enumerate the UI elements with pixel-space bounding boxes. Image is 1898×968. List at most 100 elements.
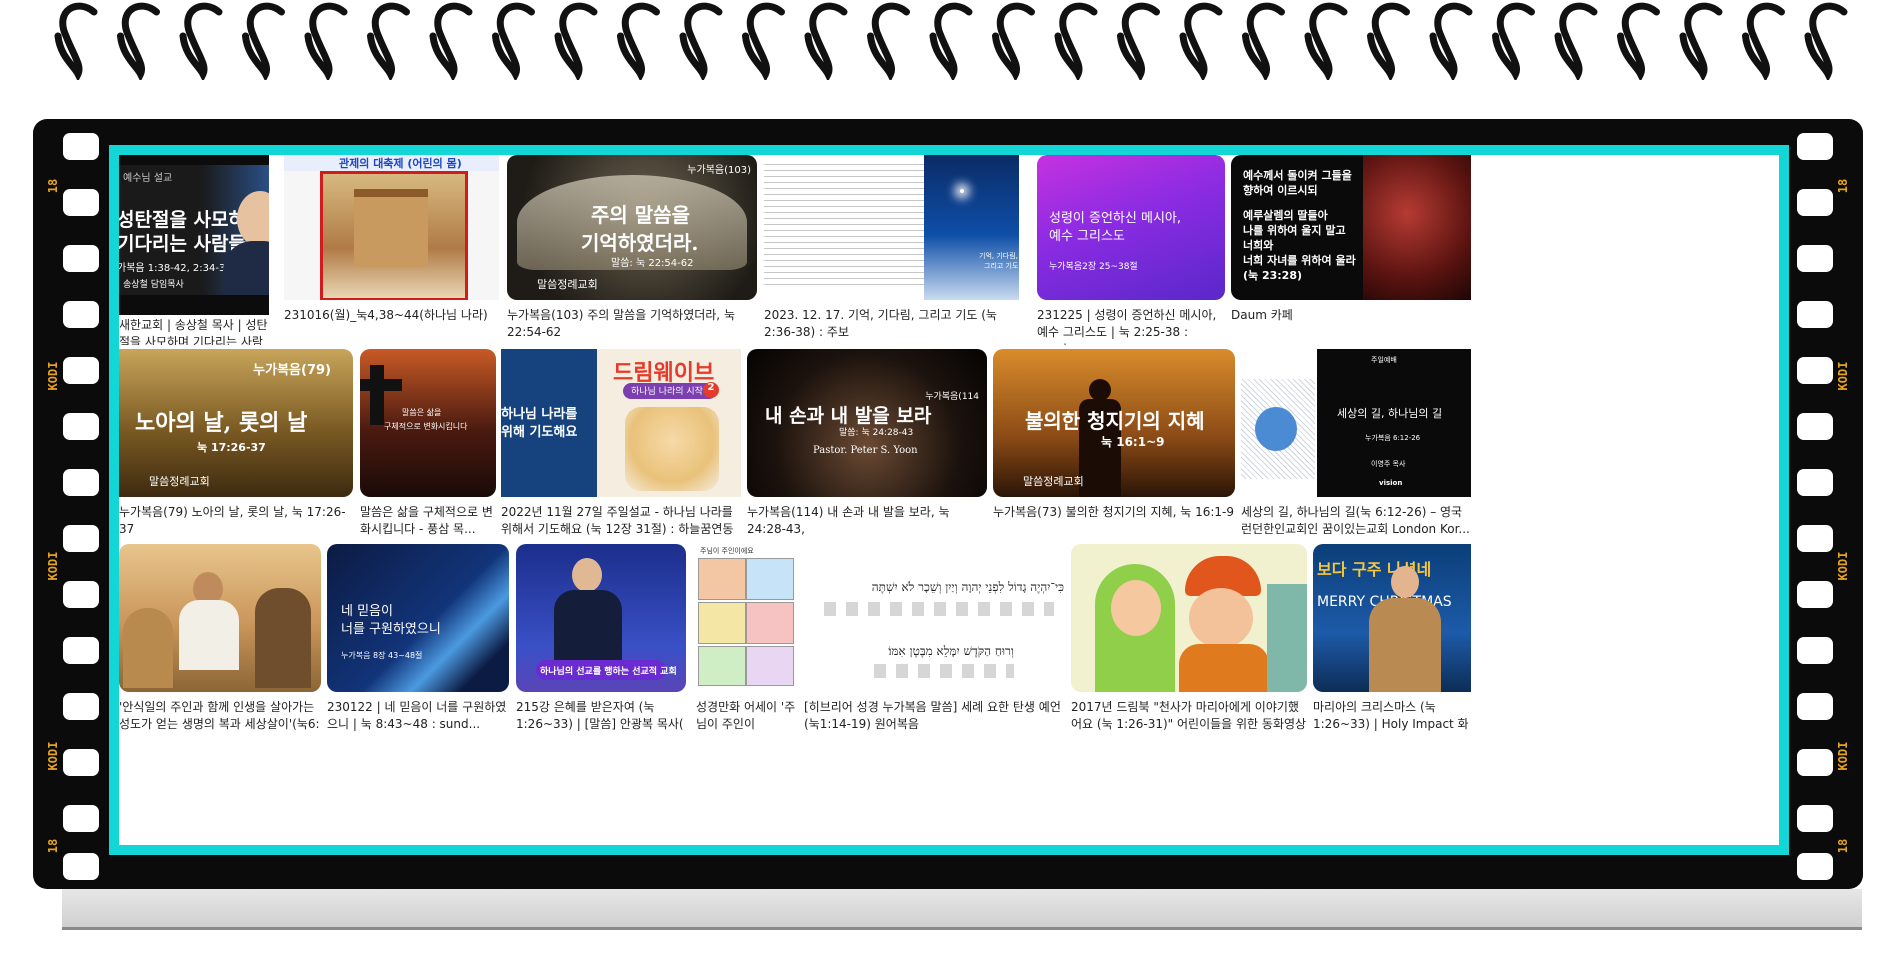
spiral-coil <box>1804 2 1848 80</box>
result-card[interactable]: 보다 구주 나셨네 MERRY CHRISTMAS 마리아의 크리스마스 (눅 … <box>1313 544 1471 734</box>
thumb-text: 가복음 1:38-42, 2:34-38 <box>119 263 232 274</box>
result-caption[interactable]: 누가복음(79) 노아의 날, 롯의 날, 눅 17:26-37 <box>119 504 353 538</box>
result-card[interactable]: 불의한 청지기의 지혜 눅 16:1~9 말씀정례교회 누가복음(73) 불의한… <box>993 349 1235 539</box>
result-thumbnail[interactable]: 기억, 기다림, 그리고 기도 <box>764 155 1024 300</box>
result-caption[interactable]: 2023. 12. 17. 기억, 기다림, 그리고 기도 (눅 2:36-38… <box>764 307 1024 341</box>
film-edge-marking: KODI <box>46 551 60 581</box>
result-card[interactable]: 말씀은 삶을 구체적으로 변화시킵니다 말씀은 삶을 구체적으로 변화시킵니다 … <box>360 349 496 539</box>
spiral-coil <box>304 2 348 80</box>
result-thumbnail[interactable]: 누가복음(79) 노아의 날, 롯의 날 눅 17:26-37 말씀정례교회 <box>119 349 353 497</box>
result-caption[interactable]: 마리아의 크리스마스 (눅 1:26~33) | Holy Impact 화요진 <box>1313 699 1471 734</box>
thumb-title: 위해 기도해요 <box>501 425 578 440</box>
thumb-title: 내 손과 내 발을 보라 <box>765 405 932 427</box>
thumb-text: 너희와 <box>1243 239 1274 252</box>
result-card[interactable]: 관제의 대축제 (어린의 몸) 231016(월)_눅4,38~44(하나님 나… <box>284 155 499 345</box>
result-caption[interactable]: 215강 은혜를 받은자여 (눅 1:26~33) | [말씀] 안광복 목사( <box>516 699 686 733</box>
result-caption[interactable]: 2022년 11월 27일 주일설교 - 하나님 나라를 위해서 기도해요 (눅… <box>501 504 741 539</box>
result-card[interactable]: 하나님 나라를 위해 기도해요 드림웨이브 하나님 나라의 시작 2 2022년… <box>501 349 741 539</box>
spiral-coil <box>1304 2 1348 80</box>
spiral-coil <box>1679 2 1723 80</box>
thumb-text: 이영주 목사 <box>1371 460 1406 468</box>
thumb-text: וְרוּחַ הַקֹּדֶשׁ יִמָּלֵא מִבֶּטֶן אִמּ… <box>888 644 1014 658</box>
result-thumbnail[interactable]: 하나님 나라를 위해 기도해요 드림웨이브 하나님 나라의 시작 2 <box>501 349 741 497</box>
result-card[interactable]: 기억, 기다림, 그리고 기도 2023. 12. 17. 기억, 기다림, 그… <box>764 155 1024 345</box>
result-caption[interactable]: 세상의 길, 하나님의 길(눅 6:12-26) – 영국런던한인교회인 꿈이있… <box>1241 504 1471 538</box>
result-thumbnail[interactable]: 예수님 설교 성탄절을 사모하며 기다리는 사람들 가복음 1:38-42, 2… <box>119 155 269 315</box>
film-sprocket-hole <box>1797 749 1833 776</box>
thumb-text: Pastor. Peter S. Yoon <box>813 445 918 456</box>
result-card[interactable]: 누가복음(79) 노아의 날, 롯의 날 눅 17:26-37 말씀정례교회 누… <box>119 349 353 539</box>
result-card[interactable]: 예수님 설교 성탄절을 사모하며 기다리는 사람들 가복음 1:38-42, 2… <box>119 155 269 345</box>
thumb-title: 주의 말씀을 <box>591 203 690 227</box>
result-thumbnail[interactable]: 말씀은 삶을 구체적으로 변화시킵니다 <box>360 349 496 497</box>
result-card[interactable]: כִּי־יִהְיֶה גָדוֹל לִפְנֵי יְהוָה וְיַי… <box>804 544 1064 734</box>
result-thumbnail[interactable] <box>119 544 321 692</box>
result-thumbnail[interactable]: 성령이 증언하신 메시아, 예수 그리스도 누가복음2장 25~38절 <box>1037 155 1225 300</box>
result-card[interactable]: 하나님의 선교를 행하는 선교적 교회 215강 은혜를 받은자여 (눅 1:2… <box>516 544 686 734</box>
result-thumbnail[interactable]: 누가복음(103) 주의 말씀을 기억하였더라. 말씀: 눅 22:54-62 … <box>507 155 757 300</box>
result-card[interactable]: 누가복음(103) 주의 말씀을 기억하였더라. 말씀: 눅 22:54-62 … <box>507 155 757 345</box>
film-edge-marking: KODI <box>1836 361 1850 391</box>
result-thumbnail[interactable]: כִּי־יִהְיֶה גָדוֹל לִפְנֵי יְהוָה וְיַי… <box>804 544 1064 692</box>
thumb-title: 기다리는 사람들 <box>119 233 246 255</box>
film-sprocket-hole <box>63 413 99 440</box>
film-sprocket-hole <box>63 245 99 272</box>
spiral-coil <box>1179 2 1223 80</box>
result-caption[interactable]: 말씀은 삶을 구체적으로 변화시킵니다 - 풍삼 목... <box>360 504 496 538</box>
thumb-text: vision <box>1379 479 1403 487</box>
result-card[interactable]: 네 믿음이 너를 구원하였으니 누가복음 8장 43~48절 230122 | … <box>327 544 509 734</box>
result-caption[interactable]: 231225 | 성령이 증언하신 메시아, 예수 그리스도 | 눅 2:25-… <box>1037 307 1225 345</box>
result-caption[interactable]: 2017년 드림북 "천사가 마리아에게 이야기했어요 (눅 1:26-31)"… <box>1071 699 1307 734</box>
thumb-text: 말씀: 눅 22:54-62 <box>611 258 694 269</box>
result-caption[interactable]: 231016(월)_눅4,38~44(하나님 나라) <box>284 307 499 324</box>
film-edge-marking: KODI <box>46 741 60 771</box>
result-card[interactable]: '안식일의 주인과 함께 인생을 살아가는 성도가 얻는 생명의 복과 세상살이… <box>119 544 321 734</box>
film-edge-marking: 18 <box>1836 178 1850 194</box>
result-thumbnail[interactable]: 누가복음(114 내 손과 내 발을 보라 말씀: 눅 24:28-43 Pas… <box>747 349 987 497</box>
result-caption[interactable]: 누가복음(73) 불의한 청지기의 지혜, 눅 16:1-9 <box>993 504 1235 521</box>
result-caption[interactable]: 새한교회 | 송상철 목사 | 성탄절을 사모하며 기다리는 사람들(눅 <box>119 317 269 345</box>
thumb-text: 누가복음(103) <box>687 165 751 176</box>
spiral-coil <box>617 2 660 80</box>
film-sprocket-hole <box>63 693 99 720</box>
result-thumbnail[interactable]: 예수께서 돌이켜 그들을 향하여 이르시되 예루살렘의 딸들아 나를 위하여 울… <box>1231 155 1471 300</box>
film-sprocket-hole <box>63 805 99 832</box>
film-sprocket-hole <box>1797 853 1833 880</box>
thumb-text: 예루살렘의 딸들아 <box>1243 209 1328 222</box>
film-sprocket-hole <box>63 469 99 496</box>
film-sprocket-hole <box>1797 581 1833 608</box>
result-card[interactable]: 2017년 드림북 "천사가 마리아에게 이야기했어요 (눅 1:26-31)"… <box>1071 544 1307 734</box>
result-caption[interactable]: [히브리어 성경 누가복음 말씀] 세례 요한 탄생 예언 (눅1:14-19)… <box>804 699 1064 733</box>
thumb-text: 하나님의 선교를 행하는 선교적 교회 <box>540 667 677 677</box>
result-card[interactable]: 성령이 증언하신 메시아, 예수 그리스도 누가복음2장 25~38절 2312… <box>1037 155 1225 345</box>
film-edge-marking: KODI <box>1836 741 1850 771</box>
thumb-text: (눅 23:28) <box>1243 269 1303 282</box>
result-caption[interactable]: 230122 | 네 믿음이 너를 구원하였으니 | 눅 8:43~48 : s… <box>327 699 509 733</box>
result-caption[interactable]: Daum 카페 <box>1231 307 1471 324</box>
result-thumbnail[interactable]: 하나님의 선교를 행하는 선교적 교회 <box>516 544 686 692</box>
result-card[interactable]: 주일예배 세상의 길, 하나님의 길 누가복음 6:12-26 이영주 목사 v… <box>1241 349 1471 539</box>
result-thumbnail[interactable]: 불의한 청지기의 지혜 눅 16:1~9 말씀정례교회 <box>993 349 1235 497</box>
thumb-title: 너를 구원하였으니 <box>341 622 441 637</box>
spiral-coil <box>1117 2 1160 80</box>
result-card[interactable]: 누가복음(114 내 손과 내 발을 보라 말씀: 눅 24:28-43 Pas… <box>747 349 987 539</box>
film-sprocket-hole <box>63 637 99 664</box>
thumb-text: 말씀은 삶을 <box>402 408 442 417</box>
film-sprocket-hole <box>1797 469 1833 496</box>
result-caption[interactable]: '안식일의 주인과 함께 인생을 살아가는 성도가 얻는 생명의 복과 세상살이… <box>119 699 321 733</box>
result-card[interactable]: 예수께서 돌이켜 그들을 향하여 이르시되 예루살렘의 딸들아 나를 위하여 울… <box>1231 155 1471 345</box>
result-caption[interactable]: 성경만화 어세이 '주님이 주인이 <box>696 699 796 733</box>
result-caption[interactable]: 누가복음(103) 주의 말씀을 기억하였더라, 눅 22:54-62 <box>507 307 757 341</box>
result-card[interactable]: 주님이 주인이에요 성경만화 어세이 '주님이 주인이 <box>696 544 796 734</box>
result-caption[interactable]: 누가복음(114) 내 손과 내 발을 보라, 눅 24:28-43, <box>747 504 987 538</box>
result-thumbnail[interactable]: 관제의 대축제 (어린의 몸) <box>284 155 499 300</box>
thumb-text: כִּי־יִהְיֶה גָדוֹל לִפְנֵי יְהוָה וְיַי… <box>871 580 1064 594</box>
result-thumbnail[interactable]: 주일예배 세상의 길, 하나님의 길 누가복음 6:12-26 이영주 목사 v… <box>1241 349 1471 497</box>
result-thumbnail[interactable]: 주님이 주인이에요 <box>696 544 796 692</box>
film-edge-marking: KODI <box>1836 551 1850 581</box>
result-thumbnail[interactable]: 네 믿음이 너를 구원하였으니 누가복음 8장 43~48절 <box>327 544 509 692</box>
result-thumbnail[interactable] <box>1071 544 1307 692</box>
result-thumbnail[interactable]: 보다 구주 나셨네 MERRY CHRISTMAS <box>1313 544 1471 692</box>
thumb-title: 노아의 날, 롯의 날 <box>135 410 308 436</box>
thumb-text: 누가복음 8장 43~48절 <box>341 651 423 660</box>
